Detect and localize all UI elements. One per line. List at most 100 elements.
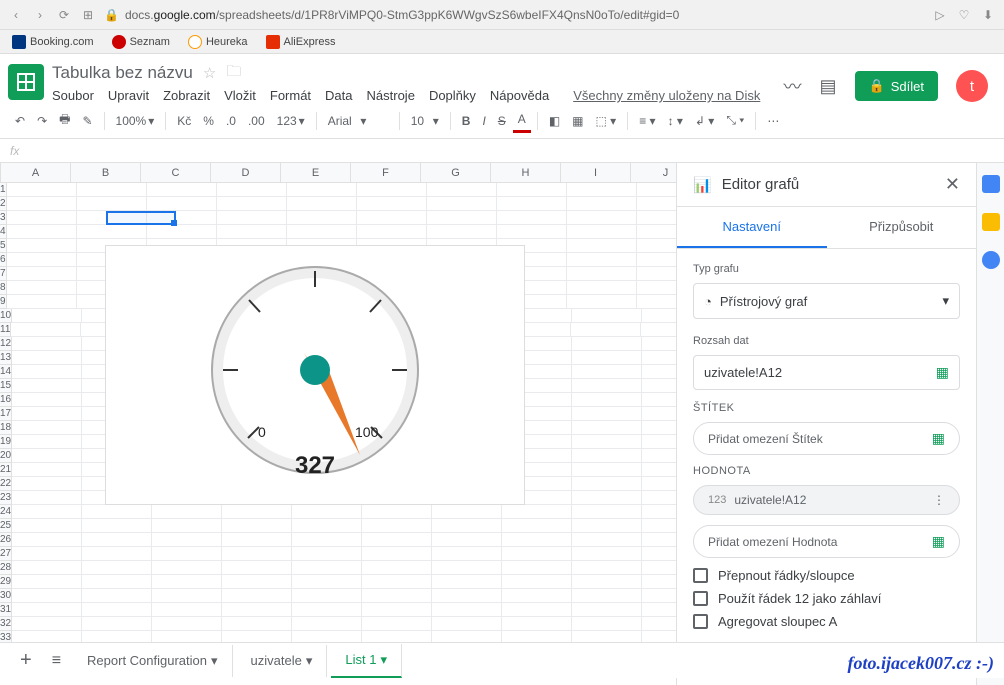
forward-icon[interactable]: › <box>32 8 48 22</box>
cell[interactable] <box>362 533 432 547</box>
cell[interactable] <box>7 267 77 281</box>
range-grid-icon[interactable]: ▦ <box>932 533 945 550</box>
cell[interactable] <box>642 309 676 323</box>
share-button[interactable]: 🔒 Sdílet <box>855 71 938 101</box>
calendar-icon[interactable] <box>982 175 1000 193</box>
save-status[interactable]: Všechny změny uloženy na Disk <box>573 88 760 103</box>
cell[interactable] <box>572 351 642 365</box>
cell[interactable] <box>7 239 77 253</box>
cell[interactable] <box>362 547 432 561</box>
cell[interactable] <box>357 197 427 211</box>
menu-nastroje[interactable]: Nástroje <box>367 88 415 103</box>
cell[interactable] <box>642 393 676 407</box>
cell[interactable] <box>567 183 637 197</box>
cell[interactable] <box>287 225 357 239</box>
cell[interactable] <box>572 407 642 421</box>
cell[interactable] <box>222 519 292 533</box>
cell[interactable] <box>567 225 637 239</box>
cell[interactable] <box>7 281 77 295</box>
currency-btn[interactable]: Kč <box>172 110 196 132</box>
spreadsheet-grid[interactable]: A B C D E F G H I J 12345678910111213141… <box>0 163 676 685</box>
cell[interactable] <box>12 505 82 519</box>
row-header[interactable]: 24 <box>0 505 12 519</box>
menu-data[interactable]: Data <box>325 88 352 103</box>
cell[interactable] <box>217 211 287 225</box>
col-header[interactable]: I <box>561 163 631 182</box>
cell[interactable] <box>637 267 676 281</box>
cb-switch-rows[interactable]: Přepnout řádky/sloupce <box>693 568 960 583</box>
col-header[interactable]: J <box>631 163 676 182</box>
cell[interactable] <box>222 561 292 575</box>
cell[interactable] <box>572 617 642 631</box>
cell[interactable] <box>572 379 642 393</box>
text-color-btn[interactable]: A <box>513 108 531 133</box>
cell[interactable] <box>147 211 217 225</box>
cell[interactable] <box>7 211 77 225</box>
comments-icon[interactable]: ▤ <box>820 76 837 97</box>
menu-upravit[interactable]: Upravit <box>108 88 149 103</box>
cell[interactable] <box>502 505 572 519</box>
cell[interactable] <box>12 519 82 533</box>
cell[interactable] <box>642 617 676 631</box>
dec-more-btn[interactable]: .00 <box>243 110 270 132</box>
cell[interactable] <box>362 575 432 589</box>
cell[interactable] <box>432 589 502 603</box>
cell[interactable] <box>497 197 567 211</box>
cell[interactable] <box>497 225 567 239</box>
cell[interactable] <box>572 449 642 463</box>
data-range-input[interactable]: uzivatele!A12 ▦ <box>693 355 960 390</box>
cell[interactable] <box>567 211 637 225</box>
formula-bar[interactable]: fx <box>0 139 1004 163</box>
close-icon[interactable]: ✕ <box>945 174 960 195</box>
document-title[interactable]: Tabulka bez názvu <box>52 63 193 83</box>
cell[interactable] <box>642 463 676 477</box>
cell[interactable] <box>7 295 77 309</box>
explore-icon[interactable]: 〰 <box>784 73 802 99</box>
row-header[interactable]: 10 <box>0 309 12 323</box>
reload-icon[interactable]: ⟳ <box>56 8 72 22</box>
cell[interactable] <box>642 547 676 561</box>
cell[interactable] <box>642 491 676 505</box>
col-header[interactable]: F <box>351 163 421 182</box>
tasks-icon[interactable] <box>982 251 1000 269</box>
wrap-btn[interactable]: ↲ ▾ <box>690 110 719 132</box>
row-header[interactable]: 17 <box>0 407 12 421</box>
hodnota-value-pill[interactable]: 123uzivatele!A12 ⋮ <box>693 485 960 515</box>
apps-icon[interactable]: ⊞ <box>80 8 96 22</box>
cell[interactable] <box>642 477 676 491</box>
cell[interactable] <box>7 197 77 211</box>
cell[interactable] <box>357 183 427 197</box>
cell[interactable] <box>152 575 222 589</box>
tab-settings[interactable]: Nastavení <box>677 207 827 248</box>
cell[interactable] <box>427 183 497 197</box>
cell[interactable] <box>287 197 357 211</box>
paint-icon[interactable]: ✎ <box>77 110 97 132</box>
cell[interactable] <box>502 575 572 589</box>
cell[interactable] <box>567 253 637 267</box>
cell[interactable] <box>12 365 82 379</box>
cell[interactable] <box>362 617 432 631</box>
cell[interactable] <box>292 547 362 561</box>
more-icon[interactable]: ⋮ <box>933 493 945 507</box>
cell[interactable] <box>152 505 222 519</box>
tab-customize[interactable]: Přizpůsobit <box>827 207 977 248</box>
cell[interactable] <box>12 603 82 617</box>
cell[interactable] <box>12 561 82 575</box>
cell[interactable] <box>572 491 642 505</box>
cell[interactable] <box>432 617 502 631</box>
row-header[interactable]: 15 <box>0 379 12 393</box>
cell[interactable] <box>152 617 222 631</box>
cell[interactable] <box>82 505 152 519</box>
cell[interactable] <box>362 505 432 519</box>
row-header[interactable]: 26 <box>0 533 12 547</box>
cell[interactable] <box>572 589 642 603</box>
cell[interactable] <box>567 295 637 309</box>
col-header[interactable]: A <box>1 163 71 182</box>
cell[interactable] <box>77 197 147 211</box>
range-grid-icon[interactable]: ▦ <box>936 364 949 381</box>
cell[interactable] <box>572 463 642 477</box>
cell[interactable] <box>572 309 642 323</box>
cell[interactable] <box>572 603 642 617</box>
cell[interactable] <box>222 575 292 589</box>
cell[interactable] <box>637 295 676 309</box>
